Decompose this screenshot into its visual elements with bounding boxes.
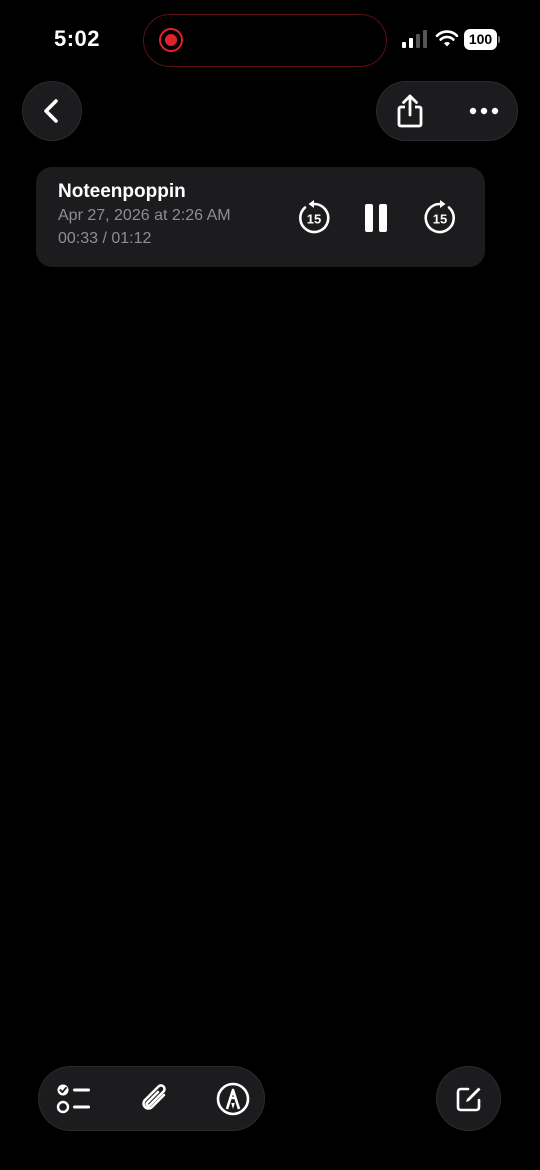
recording-date: Apr 27, 2026 at 2:26 AM [58, 207, 231, 224]
status-time: 5:02 [54, 26, 101, 51]
share-icon [397, 94, 423, 128]
ellipsis-icon [469, 107, 499, 115]
skip-forward-seconds: 15 [433, 212, 447, 227]
bottom-toolbar [38, 1066, 265, 1131]
dynamic-island[interactable] [143, 14, 387, 67]
battery-cap [498, 36, 500, 43]
recording-indicator-icon [159, 28, 183, 52]
back-button[interactable] [22, 81, 82, 141]
wifi-icon [435, 30, 459, 47]
skip-forward-15-icon[interactable]: 15 [421, 199, 459, 237]
share-button[interactable] [388, 89, 432, 133]
compose-note-button[interactable] [436, 1066, 501, 1131]
chevron-left-icon [44, 99, 58, 123]
cellular-signal-icon [402, 30, 427, 48]
recording-title: Noteenpoppin [58, 181, 186, 202]
more-options-button[interactable] [462, 89, 506, 133]
paperclip-icon[interactable] [134, 1078, 176, 1120]
compose-icon [456, 1087, 480, 1111]
markup-icon[interactable] [212, 1078, 254, 1120]
audio-recording-card[interactable]: Noteenpoppin Apr 27, 2026 at 2:26 AM 00:… [36, 167, 485, 267]
note-actions-group [376, 81, 518, 141]
pause-icon[interactable] [358, 200, 394, 236]
playback-time: 00:33 / 01:12 [58, 230, 152, 247]
skip-back-15-icon[interactable]: 15 [295, 199, 333, 237]
battery-level: 100 [464, 29, 497, 50]
skip-back-seconds: 15 [307, 212, 321, 227]
checklist-icon[interactable] [54, 1078, 96, 1120]
battery-indicator: 100 [464, 29, 500, 50]
